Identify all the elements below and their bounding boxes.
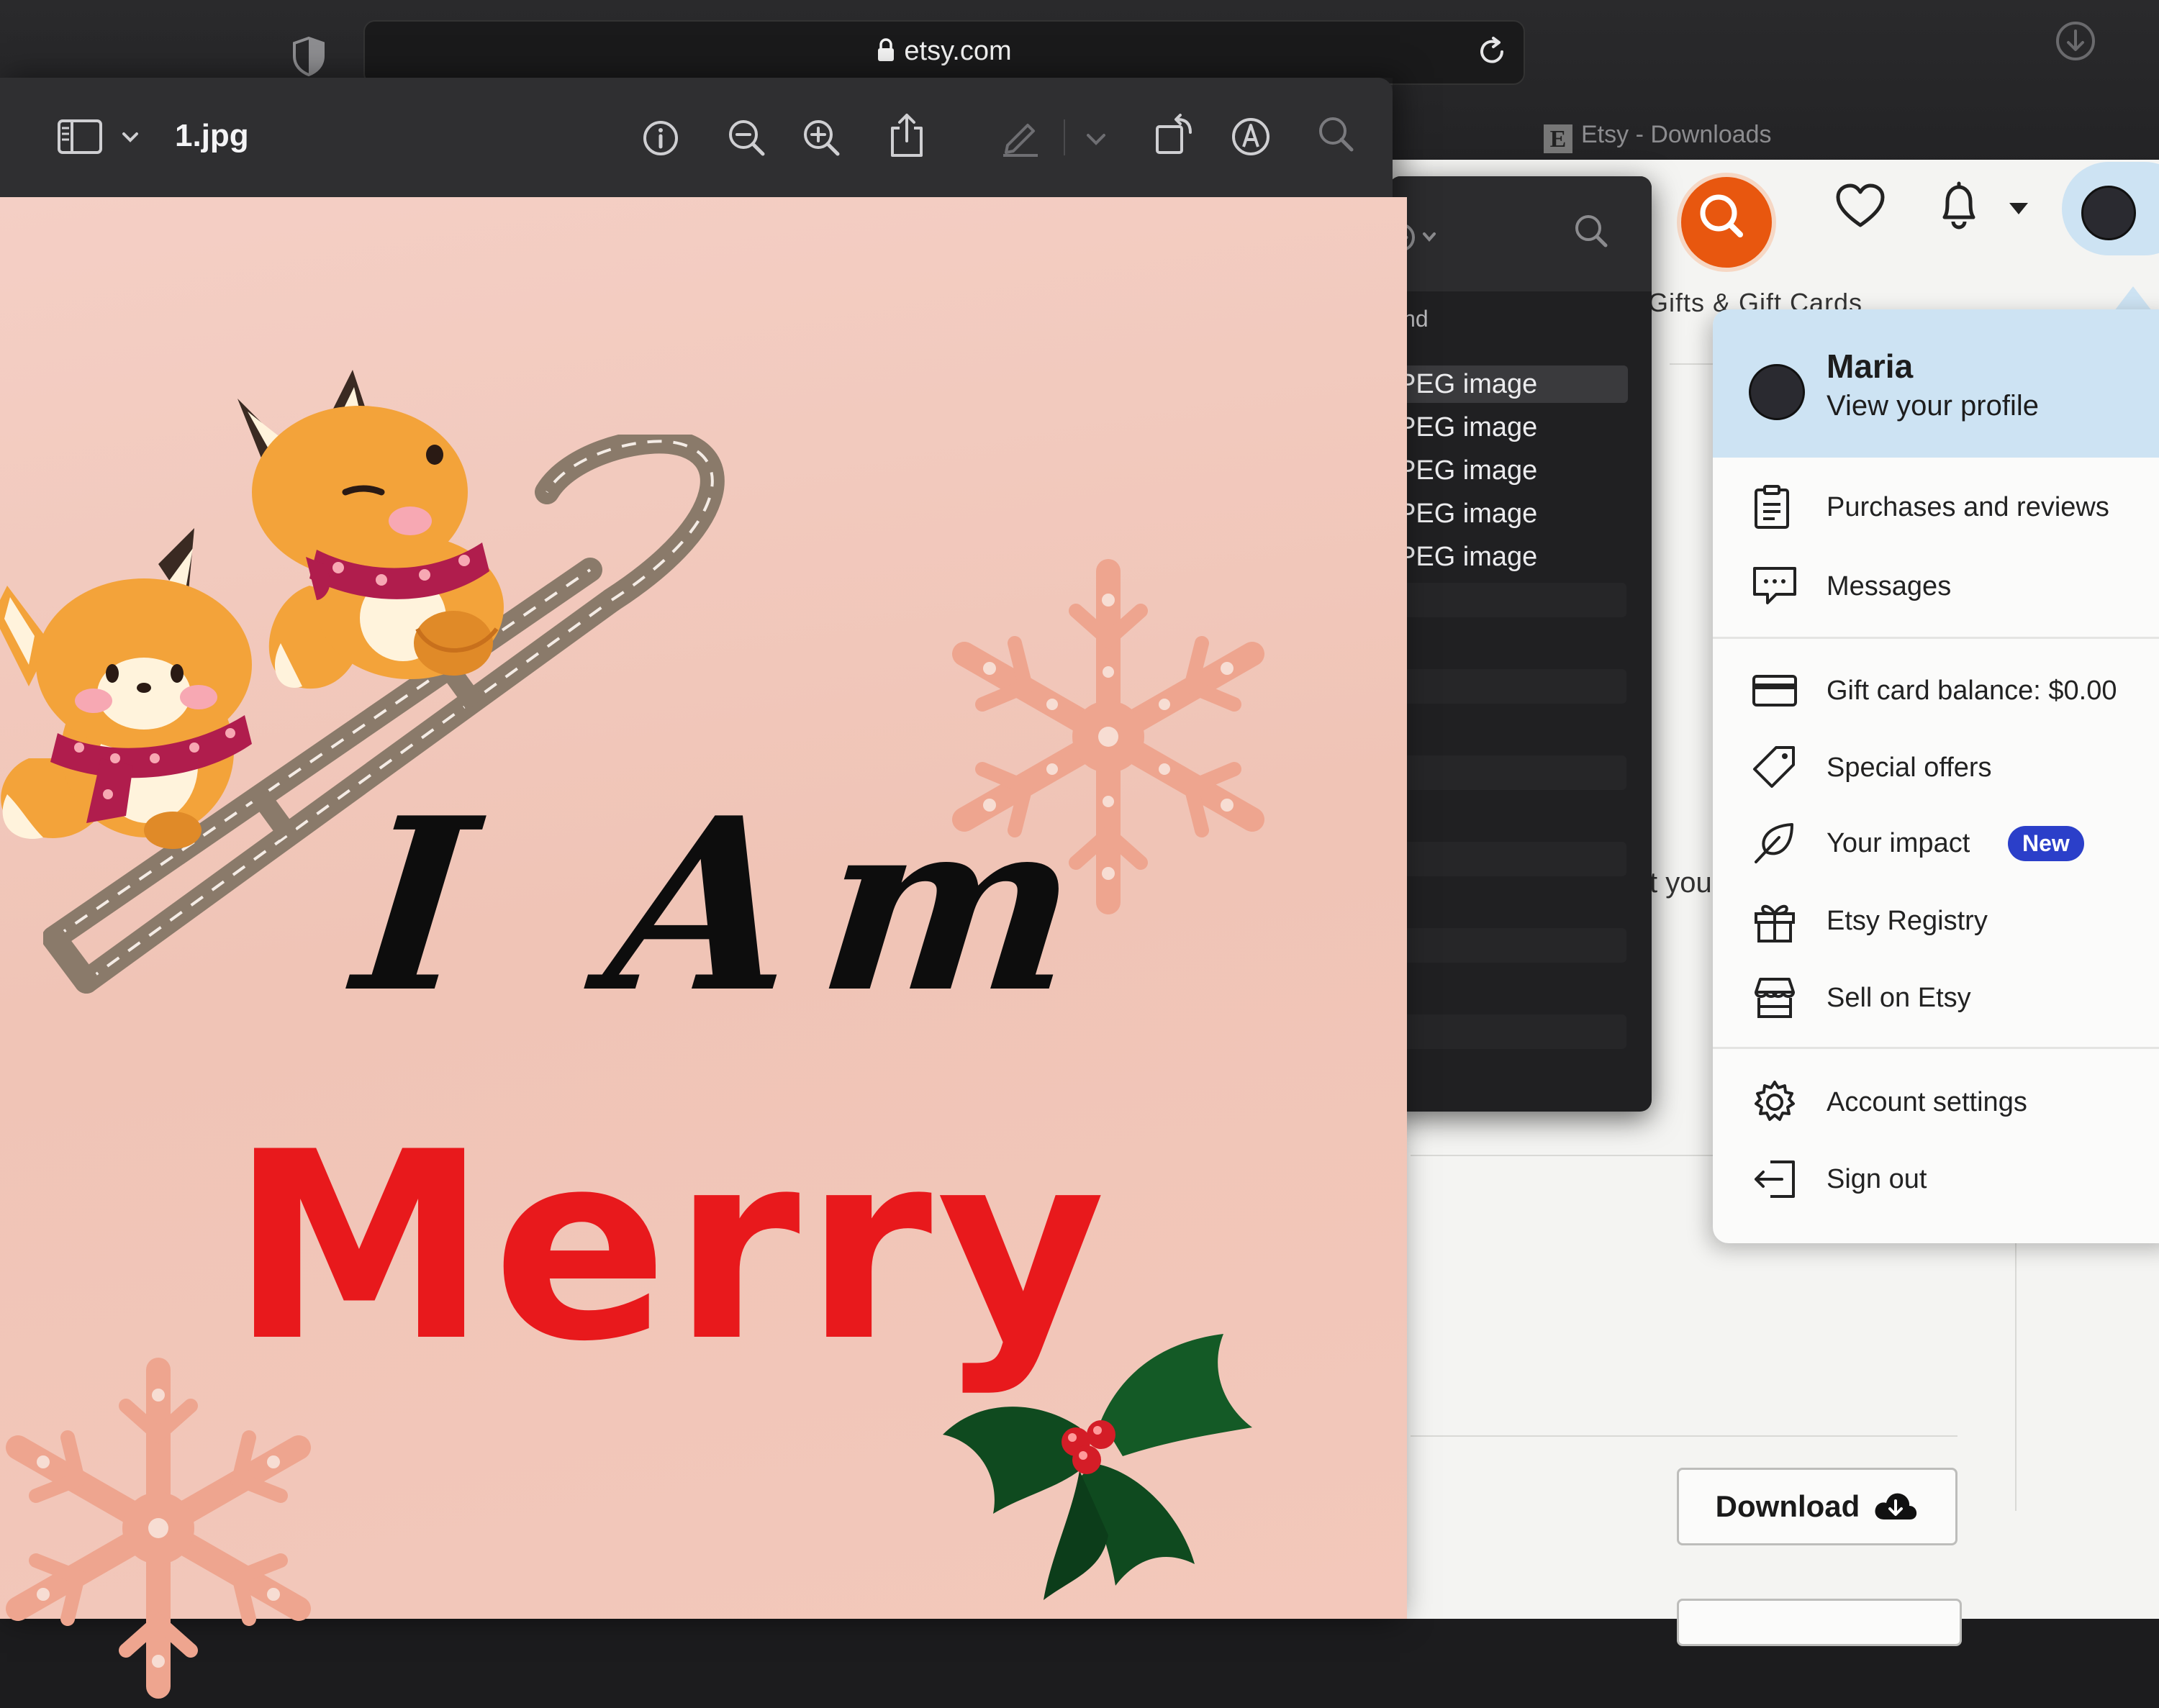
- leaf-icon: [1755, 823, 1793, 863]
- credit-card-icon: [1752, 675, 1797, 707]
- menu-item-label: Purchases and reviews: [1827, 491, 2109, 522]
- message-icon: [1753, 567, 1796, 604]
- downloads-icon[interactable]: [2055, 20, 2096, 62]
- menu-item-label: Special offers: [1827, 752, 1992, 783]
- menu-divider: [1713, 637, 2159, 639]
- gear-icon: [1755, 1081, 1795, 1121]
- user-name: Maria: [1827, 347, 1914, 385]
- url-text: etsy.com: [904, 36, 1012, 66]
- file-kind-row[interactable]: PEG image: [1396, 365, 1628, 403]
- divider: [1411, 1435, 1957, 1437]
- reload-icon[interactable]: [1476, 36, 1508, 68]
- menu-divider: [1713, 1047, 2159, 1049]
- address-bar[interactable]: etsy.com: [363, 20, 1525, 85]
- tag-icon: [1753, 746, 1795, 788]
- notifications-bell-icon[interactable]: [1936, 181, 1982, 232]
- avatar[interactable]: [2081, 186, 2136, 240]
- empty-row: [1396, 583, 1626, 617]
- snowflake-decoration: [6, 1358, 311, 1699]
- favorites-heart-icon[interactable]: [1835, 183, 1886, 230]
- search-button[interactable]: [1677, 173, 1776, 272]
- image-canvas: I Am Merry: [0, 197, 1407, 1699]
- file-kind-row[interactable]: PEG image: [1396, 495, 1628, 532]
- toolbar-separator: [1064, 119, 1065, 155]
- menu-item-label: Sign out: [1827, 1163, 1927, 1194]
- menu-item-account-settings[interactable]: Account settings: [1713, 1070, 2159, 1135]
- menu-item-gift-card-balance[interactable]: Gift card balance: $0.00: [1713, 658, 2159, 723]
- chevron-down-icon[interactable]: [2008, 201, 2029, 216]
- empty-row: [1396, 669, 1626, 704]
- account-dropdown-menu: Maria View your profile Purchases and re…: [1713, 309, 2159, 1243]
- markup-icon[interactable]: [1229, 115, 1272, 158]
- clipboard-icon: [1755, 485, 1789, 529]
- file-name: 1.jpg: [175, 118, 249, 153]
- zoom-in-icon[interactable]: [800, 117, 843, 160]
- chevron-down-icon[interactable]: [1085, 132, 1107, 147]
- file-kind-row[interactable]: PEG image: [1396, 538, 1628, 576]
- new-badge: New: [2008, 825, 2084, 861]
- gift-icon: [1755, 904, 1795, 942]
- info-icon[interactable]: [641, 118, 681, 158]
- menu-item-special-offers[interactable]: Special offers: [1713, 735, 2159, 800]
- markup-pen-icon[interactable]: [999, 115, 1042, 158]
- sign-out-icon: [1755, 1160, 1795, 1198]
- search-icon[interactable]: [1316, 114, 1359, 157]
- file-kind-row[interactable]: PEG image: [1396, 409, 1628, 446]
- search-icon: [1700, 194, 1743, 237]
- profile-header[interactable]: Maria View your profile: [1713, 309, 2159, 458]
- cloud-download-icon: [1875, 1493, 1917, 1520]
- secondary-button[interactable]: [1677, 1599, 1962, 1646]
- search-icon[interactable]: [1571, 211, 1611, 251]
- zoom-out-icon[interactable]: [725, 117, 769, 160]
- url-display[interactable]: etsy.com: [365, 36, 1524, 67]
- share-icon[interactable]: [887, 112, 927, 158]
- menu-item-label: Your impact: [1827, 827, 1970, 858]
- menu-item-label: Sell on Etsy: [1827, 982, 1971, 1013]
- menu-item-label: Account settings: [1827, 1086, 2027, 1117]
- empty-row: [1396, 842, 1626, 876]
- menu-item-label: Etsy Registry: [1827, 905, 1988, 936]
- menu-item-sell-on-etsy[interactable]: Sell on Etsy: [1713, 966, 2159, 1030]
- divider: [2015, 1237, 2017, 1511]
- menu-item-sign-out[interactable]: Sign out: [1713, 1147, 2159, 1212]
- privacy-shield-icon[interactable]: [291, 36, 326, 76]
- finder-window: [1386, 176, 1652, 1112]
- avatar: [1749, 364, 1805, 420]
- holly-decoration: [943, 1334, 1252, 1600]
- body-text-partial: t you: [1649, 867, 1712, 899]
- etsy-favicon: E: [1544, 124, 1572, 153]
- empty-row: [1396, 755, 1626, 790]
- rotate-icon[interactable]: [1153, 114, 1196, 157]
- file-kind-row[interactable]: PEG image: [1396, 452, 1628, 489]
- empty-row: [1396, 1014, 1626, 1049]
- menu-item-messages[interactable]: Messages: [1713, 554, 2159, 619]
- view-profile-link[interactable]: View your profile: [1827, 390, 2039, 422]
- menu-item-etsy-registry[interactable]: Etsy Registry: [1713, 889, 2159, 953]
- lock-icon: [878, 38, 895, 61]
- image-headline-script: I Am: [345, 766, 1119, 1045]
- menu-item-your-impact[interactable]: Your impact New: [1713, 811, 2159, 876]
- sidebar-toggle-icon[interactable]: [56, 118, 150, 158]
- preview-window: 1.jpg I Am Merry: [0, 78, 1407, 1699]
- shop-icon: [1755, 978, 1795, 1018]
- download-label: Download: [1715, 1489, 1860, 1523]
- tab-title: Etsy - Downloads: [1581, 121, 1772, 148]
- menu-item-label: Messages: [1827, 571, 1952, 601]
- fox-illustration: [237, 370, 504, 689]
- menu-pointer: [2114, 286, 2152, 311]
- tab-etsy-downloads[interactable]: E Etsy - Downloads: [1544, 121, 1772, 153]
- menu-item-purchases[interactable]: Purchases and reviews: [1713, 475, 2159, 540]
- menu-item-label: Gift card balance: $0.00: [1827, 675, 2117, 706]
- preview-toolbar: 1.jpg: [0, 78, 1393, 197]
- empty-row: [1396, 928, 1626, 963]
- download-button[interactable]: Download: [1677, 1468, 1957, 1545]
